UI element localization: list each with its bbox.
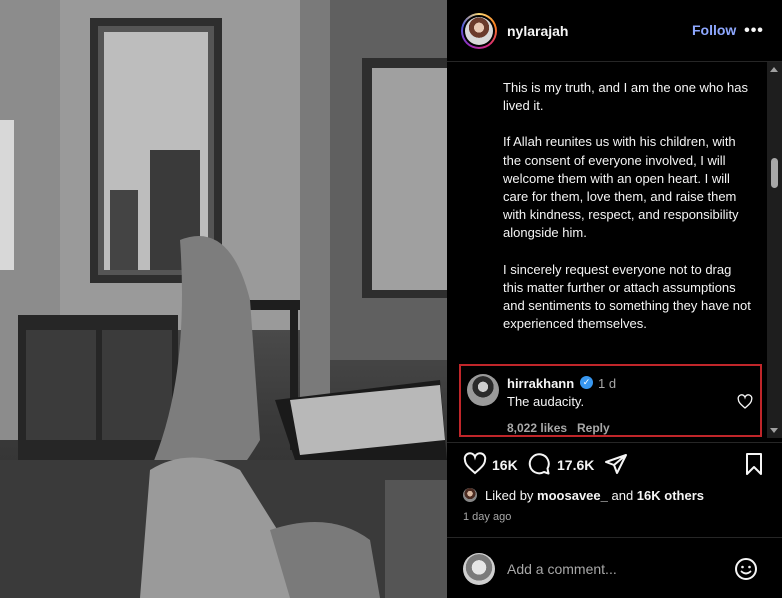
follow-button[interactable]: Follow [692, 22, 736, 38]
comment-icon[interactable] [527, 452, 551, 476]
add-comment-row [447, 540, 782, 598]
caption-paragraph: If Allah reunites us with his children, … [503, 134, 739, 241]
liked-by-mid: and [607, 487, 637, 503]
caption-paragraph: This is my truth, and I am the one who h… [503, 80, 748, 114]
comment-heart-icon[interactable] [737, 394, 753, 410]
verified-icon: ✓ [580, 376, 593, 389]
scroll-down-arrow-icon[interactable] [770, 428, 778, 433]
liked-by-avatar[interactable] [463, 488, 477, 502]
reply-button[interactable]: Reply [577, 421, 610, 435]
divider [447, 537, 782, 538]
liked-by-user[interactable]: moosavee_ [537, 488, 608, 503]
comment-count[interactable]: 17.6K [557, 457, 594, 473]
comments-scrollbar[interactable] [767, 62, 782, 438]
liked-by-prefix: Liked by [485, 487, 538, 503]
comment-text: The audacity. [507, 394, 585, 409]
author-username[interactable]: nylarajah [507, 23, 568, 39]
post-date[interactable]: 1 day ago [463, 511, 511, 523]
caption-paragraph: I sincerely request everyone not to drag… [503, 261, 751, 332]
comment-likes[interactable]: 8,022 likes [507, 421, 567, 435]
scroll-up-arrow-icon[interactable] [770, 67, 778, 72]
post-actions: 16K 17.6K [447, 450, 782, 478]
post-photo[interactable] [0, 0, 447, 598]
post-header: nylarajah Follow ••• [447, 0, 782, 62]
post-side-panel: nylarajah Follow ••• This is my truth, a… [447, 0, 782, 598]
comment-time[interactable]: 1 d [598, 376, 616, 391]
add-comment-input[interactable] [507, 558, 717, 580]
heart-icon[interactable] [463, 452, 487, 476]
scroll-thumb[interactable] [771, 158, 778, 188]
share-icon[interactable] [604, 452, 628, 476]
liked-by-others[interactable]: 16K others [637, 488, 704, 503]
commenter-username[interactable]: hirrakhann [507, 376, 574, 391]
photo-illustration [0, 0, 447, 598]
commenter-avatar[interactable] [467, 374, 499, 406]
like-count[interactable]: 16K [492, 457, 518, 473]
emoji-icon[interactable] [734, 557, 758, 581]
more-icon[interactable]: ••• [744, 21, 764, 41]
highlighted-comment: hirrakhann ✓ 1 d The audacity. 8,022 lik… [459, 364, 762, 437]
bookmark-icon[interactable] [742, 452, 766, 476]
liked-by-row: Liked by moosavee_ and 16K others [463, 485, 704, 505]
current-user-avatar [463, 553, 495, 585]
author-avatar[interactable] [461, 13, 497, 49]
divider [447, 442, 782, 443]
post-caption: This is my truth, and I am the one who h… [503, 79, 753, 351]
